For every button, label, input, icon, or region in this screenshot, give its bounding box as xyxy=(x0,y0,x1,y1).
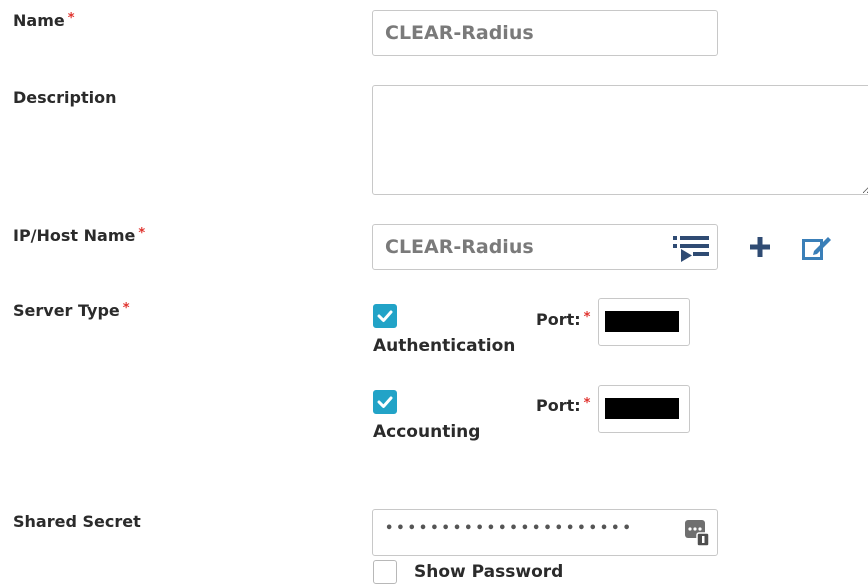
ip-host-required-mark: * xyxy=(138,226,146,241)
name-input[interactable] xyxy=(372,10,718,56)
show-password-checkbox[interactable] xyxy=(373,560,397,584)
show-password-label: Show Password xyxy=(414,562,564,582)
authentication-label: Authentication xyxy=(373,336,516,356)
accounting-port-input[interactable] xyxy=(598,385,690,433)
accounting-port-label: Port: * xyxy=(536,396,591,415)
redacted-block xyxy=(605,398,679,419)
ip-host-label: IP/Host Name * xyxy=(13,226,146,245)
authentication-port-required-mark: * xyxy=(583,310,591,325)
name-label: Name * xyxy=(13,11,75,30)
password-manager-icon[interactable] xyxy=(684,519,710,552)
name-required-mark: * xyxy=(67,11,75,26)
redacted-block xyxy=(605,311,679,332)
server-type-required-mark: * xyxy=(122,301,130,316)
description-label: Description xyxy=(13,88,117,107)
accounting-port-required-mark: * xyxy=(583,396,591,411)
edit-icon[interactable] xyxy=(802,234,831,262)
list-select-icon[interactable] xyxy=(673,233,709,262)
shared-secret-masked-value: •••••••••••••••••••••• xyxy=(385,521,634,536)
authentication-port-input[interactable] xyxy=(598,298,690,346)
shared-secret-input[interactable]: •••••••••••••••••••••• xyxy=(372,509,718,556)
description-textarea[interactable] xyxy=(372,85,868,195)
server-type-label: Server Type * xyxy=(13,301,130,320)
shared-secret-label: Shared Secret xyxy=(13,512,141,531)
accounting-label: Accounting xyxy=(373,422,481,442)
ip-host-input[interactable] xyxy=(372,224,718,270)
plus-icon[interactable] xyxy=(748,235,776,263)
authentication-port-label: Port: * xyxy=(536,310,591,329)
accounting-checkbox[interactable] xyxy=(373,390,397,414)
authentication-checkbox[interactable] xyxy=(373,304,397,328)
